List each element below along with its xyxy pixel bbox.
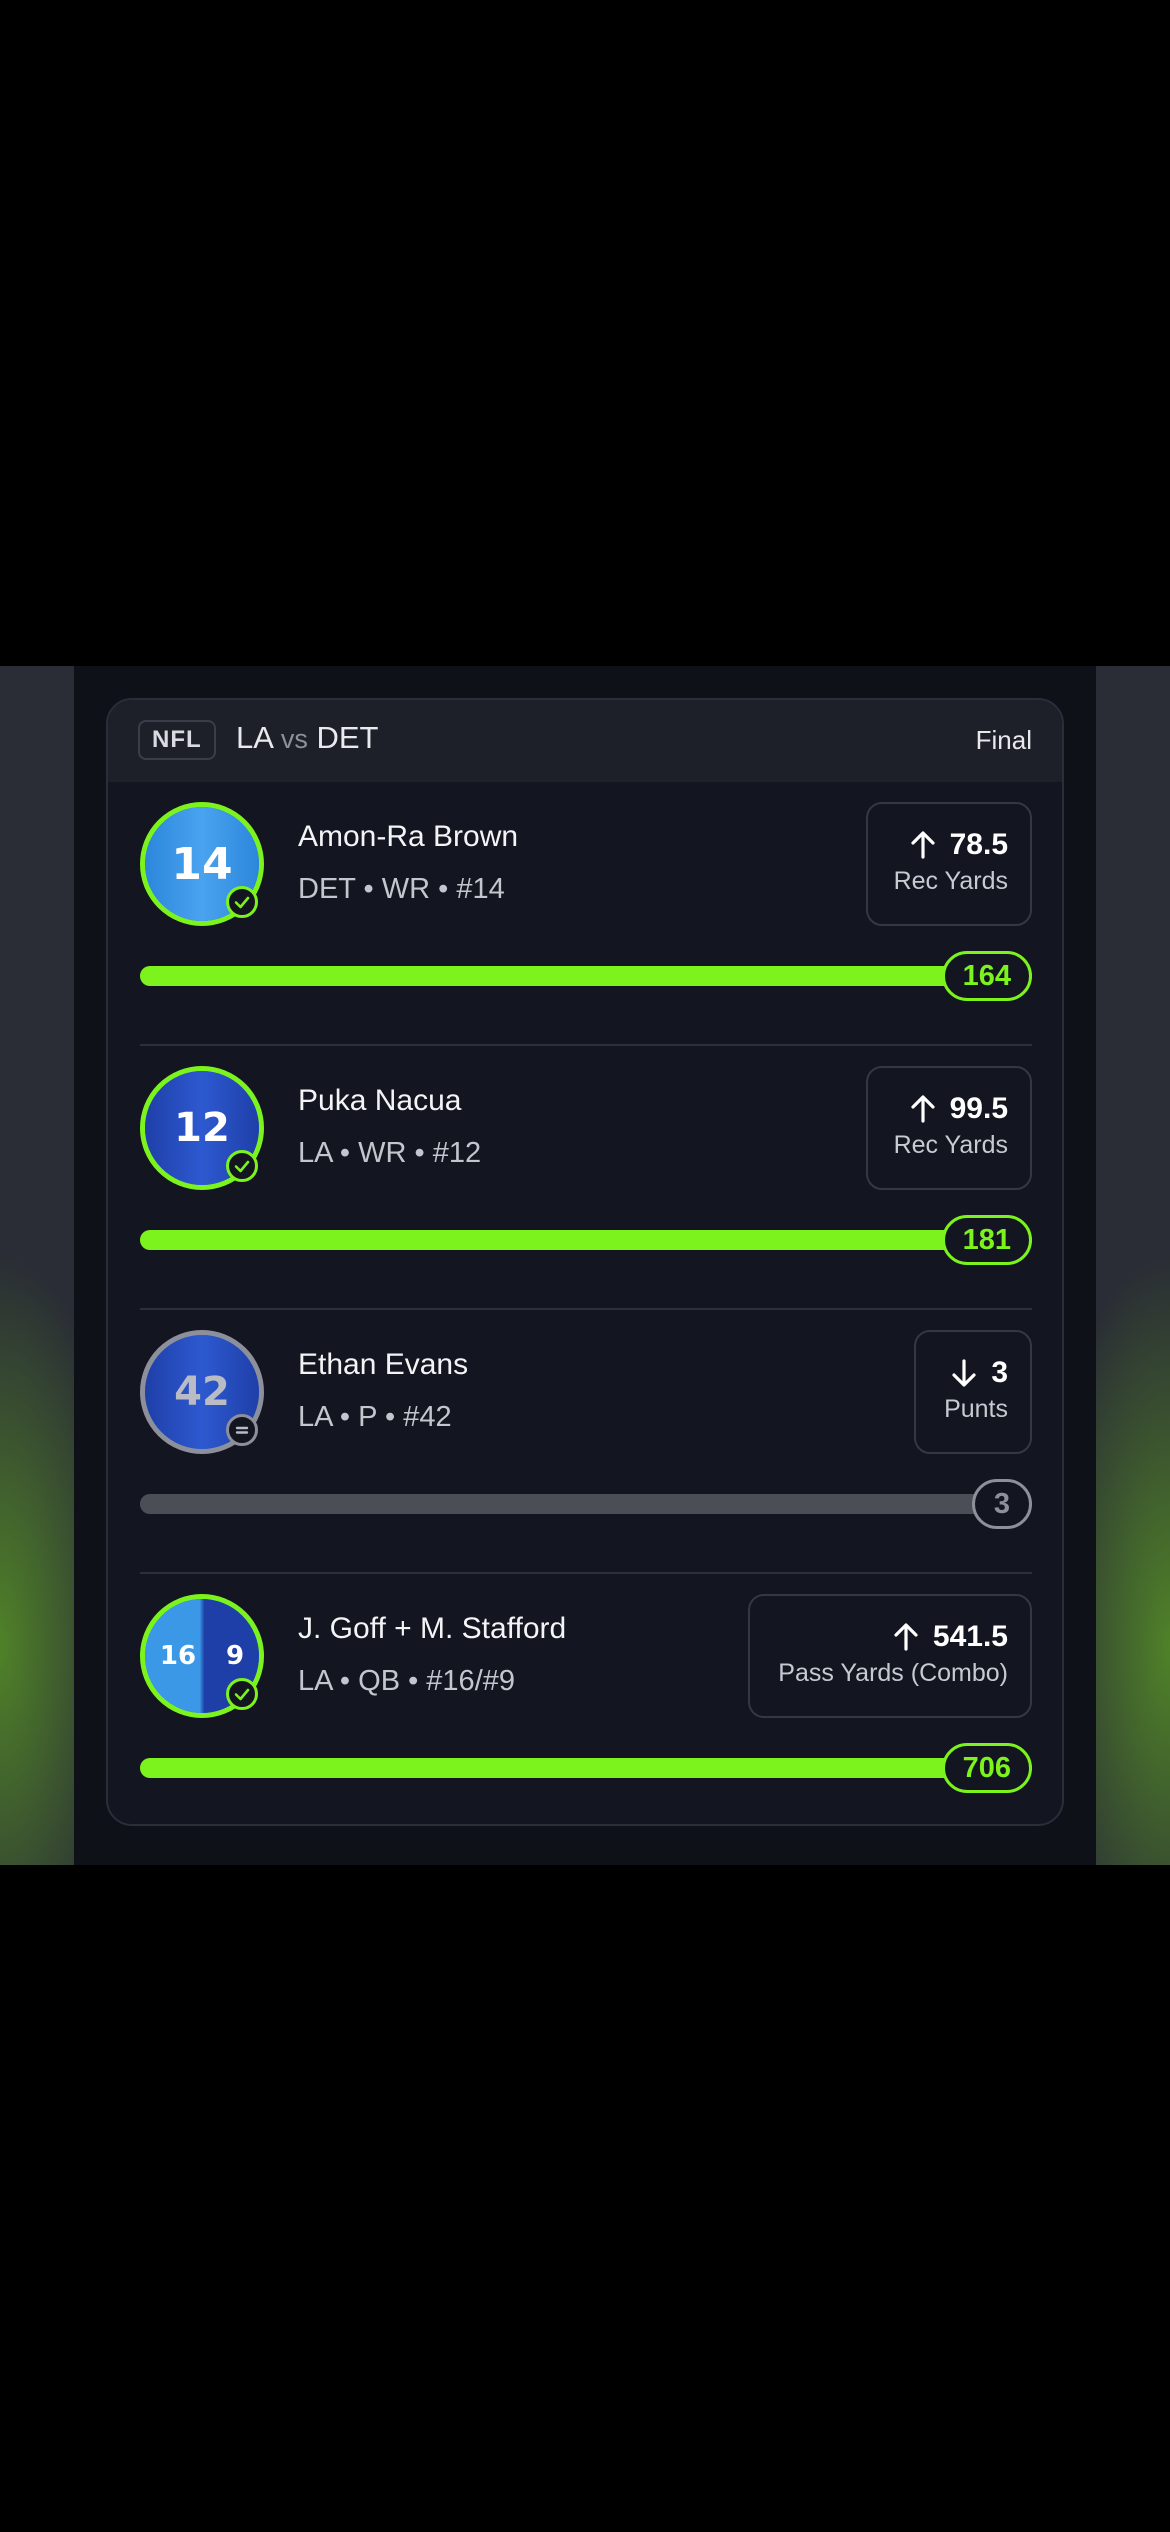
arrow-up-icon xyxy=(911,831,935,859)
vs-label: vs xyxy=(280,724,308,754)
player-row[interactable]: 42 Ethan Evans LA • P • #42 3 Punts 3 xyxy=(108,1310,1062,1574)
team-b: DET xyxy=(316,720,379,755)
progress-fill xyxy=(140,966,1032,986)
actual-value-pill: 706 xyxy=(941,1743,1032,1793)
arrow-down-icon xyxy=(952,1359,976,1387)
player-name: Ethan Evans xyxy=(298,1348,469,1381)
line-value: 78.5 xyxy=(949,828,1008,861)
actual-value-pill: 3 xyxy=(972,1479,1032,1529)
pick-card[interactable]: NFL LA vs DET Final 14 Amon-Ra Brown DET… xyxy=(106,698,1064,1826)
matchup-title: LA vs DET xyxy=(236,718,378,759)
progress-fill xyxy=(140,1230,1032,1250)
equals-icon xyxy=(226,1414,258,1446)
actual-value-pill: 164 xyxy=(941,951,1032,1001)
check-icon xyxy=(226,1150,258,1182)
line-value: 541.5 xyxy=(932,1620,1008,1653)
line-box[interactable]: 78.5 Rec Yards xyxy=(866,802,1032,926)
player-meta: LA • P • #42 xyxy=(298,1401,452,1433)
player-name: Amon-Ra Brown xyxy=(298,820,519,853)
arrow-up-icon xyxy=(894,1623,918,1651)
player-row[interactable]: 14 Amon-Ra Brown DET • WR • #14 78.5 Rec… xyxy=(108,782,1062,1046)
stat-label: Rec Yards xyxy=(893,1131,1008,1159)
league-badge: NFL xyxy=(138,720,216,760)
stat-label: Rec Yards xyxy=(893,867,1008,895)
progress-track xyxy=(140,1758,1032,1778)
player-row[interactable]: 12 Puka Nacua LA • WR • #12 99.5 Rec Yar… xyxy=(108,1046,1062,1310)
arrow-up-icon xyxy=(911,1095,935,1123)
game-status: Final xyxy=(975,725,1032,755)
line-value: 3 xyxy=(991,1356,1008,1389)
stat-label: Punts xyxy=(944,1395,1008,1423)
progress-fill xyxy=(140,1758,1032,1778)
stat-label: Pass Yards (Combo) xyxy=(778,1659,1008,1687)
player-row[interactable]: 16 9 J. Goff + M. Stafford LA • QB • #16… xyxy=(108,1574,1062,1824)
line-box[interactable]: 99.5 Rec Yards xyxy=(866,1066,1032,1190)
player-meta: LA • WR • #12 xyxy=(298,1137,482,1169)
line-box[interactable]: 541.5 Pass Yards (Combo) xyxy=(748,1594,1032,1718)
check-icon xyxy=(226,886,258,918)
progress-track xyxy=(140,1494,1032,1514)
player-meta: DET • WR • #14 xyxy=(298,873,505,905)
progress-track xyxy=(140,1230,1032,1250)
line-box[interactable]: 3 Punts xyxy=(914,1330,1032,1454)
check-icon xyxy=(226,1678,258,1710)
progress-fill xyxy=(140,1494,1032,1514)
card-header: NFL LA vs DET Final xyxy=(108,700,1062,782)
team-a: LA xyxy=(236,720,273,755)
line-value: 99.5 xyxy=(949,1092,1008,1125)
player-meta: LA • QB • #16/#9 xyxy=(298,1665,516,1697)
progress-track xyxy=(140,966,1032,986)
actual-value-pill: 181 xyxy=(941,1215,1032,1265)
player-name: J. Goff + M. Stafford xyxy=(298,1612,567,1645)
player-name: Puka Nacua xyxy=(298,1084,462,1117)
